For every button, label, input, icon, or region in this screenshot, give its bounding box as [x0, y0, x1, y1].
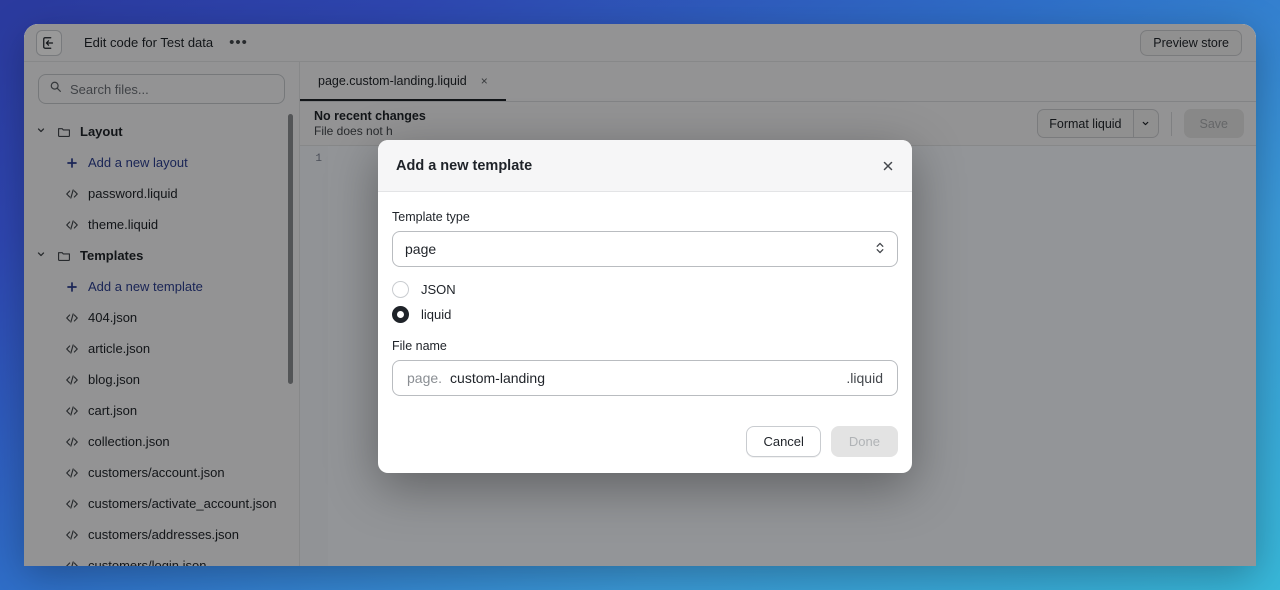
modal-footer: Cancel Done — [378, 404, 912, 473]
file-name-field[interactable]: page. custom-landing .liquid — [392, 360, 898, 396]
folder-icon — [56, 125, 72, 139]
tree-file-cart-json[interactable]: cart.json — [24, 395, 299, 426]
editor-toolbar: Format liquid Save — [1037, 109, 1244, 138]
code-icon — [64, 559, 80, 566]
code-icon — [64, 373, 80, 387]
tree-file-password-liquid[interactable]: password.liquid — [24, 178, 299, 209]
tree-row-label: theme.liquid — [88, 217, 159, 232]
tree-row-label: Templates — [80, 248, 144, 263]
tree-row-label: Add a new layout — [88, 155, 188, 170]
editor-tab-active[interactable]: page.custom-landing.liquid × — [300, 62, 506, 101]
template-type-value: page — [405, 241, 437, 257]
template-type-label: Template type — [392, 210, 470, 224]
tree-row-label: cart.json — [88, 403, 138, 418]
editor-tab-label: page.custom-landing.liquid — [318, 73, 467, 88]
tree-file-404-json[interactable]: 404.json — [24, 302, 299, 333]
file-tree: Layout Add a new layout password.liquid the… — [24, 114, 299, 566]
tree-add-add-a-new-layout[interactable]: Add a new layout — [24, 147, 299, 178]
toolbar-divider — [1170, 111, 1172, 136]
tree-row-label: customers/addresses.json — [88, 527, 240, 542]
sidebar-scrollbar[interactable] — [288, 114, 293, 384]
add-template-modal: Add a new template Template type page JS… — [378, 140, 912, 473]
file-name-suffix: .liquid — [846, 370, 883, 386]
tree-row-label: collection.json — [88, 434, 170, 449]
format-liquid-group: Format liquid — [1037, 109, 1159, 138]
tree-row-label: password.liquid — [88, 186, 178, 201]
line-number-gutter: 1 — [300, 146, 328, 566]
recent-changes-text: No recent changes File does not h — [314, 109, 426, 138]
cancel-button[interactable]: Cancel — [746, 426, 821, 457]
editor-tabstrip: page.custom-landing.liquid × — [300, 62, 1256, 102]
file-name-input[interactable]: custom-landing — [450, 370, 846, 386]
modal-title: Add a new template — [396, 157, 533, 174]
tree-row-label: Add a new template — [88, 279, 203, 294]
recent-changes-subtitle: File does not h — [314, 124, 393, 138]
preview-store-button[interactable]: Preview store — [1140, 30, 1242, 56]
template-type-select[interactable]: page — [392, 231, 898, 267]
tree-row-label: blog.json — [88, 372, 141, 387]
code-icon — [64, 497, 80, 511]
code-icon — [64, 435, 80, 449]
search-wrapper — [24, 74, 299, 114]
file-name-label: File name — [392, 339, 447, 353]
tree-row-label: Layout — [80, 124, 123, 139]
file-name-prefix: page. — [407, 370, 443, 386]
chevron-down-icon[interactable] — [1132, 109, 1159, 138]
folder-icon — [56, 249, 72, 263]
radio-label: liquid — [421, 307, 452, 322]
radio-label: JSON — [421, 282, 456, 297]
code-icon — [64, 466, 80, 480]
tree-row-label: customers/login.json — [88, 558, 207, 566]
tree-add-add-a-new-template[interactable]: Add a new template — [24, 271, 299, 302]
more-options-button[interactable]: ••• — [223, 35, 254, 50]
modal-body: Template type page JSON liquid File name … — [378, 192, 912, 404]
close-icon[interactable] — [878, 156, 898, 176]
tree-row-label: customers/account.json — [88, 465, 225, 480]
tree-file-customers-activate-account-json[interactable]: customers/activate_account.json — [24, 488, 299, 519]
plus-icon — [64, 157, 80, 169]
tree-row-label: article.json — [88, 341, 151, 356]
close-icon[interactable]: × — [481, 74, 488, 88]
tree-file-customers-account-json[interactable]: customers/account.json — [24, 457, 299, 488]
recent-changes-title: No recent changes — [314, 109, 426, 123]
top-bar: Edit code for Test data ••• Preview stor… — [24, 24, 1256, 62]
chevron-down-icon[interactable] — [36, 249, 48, 262]
tree-row-label: customers/activate_account.json — [88, 496, 277, 511]
radio-button-liquid[interactable] — [392, 306, 409, 323]
radio-option-liquid[interactable]: liquid — [392, 306, 898, 323]
radio-option-json[interactable]: JSON — [392, 281, 898, 298]
radio-button-json[interactable] — [392, 281, 409, 298]
done-button[interactable]: Done — [830, 426, 898, 457]
code-icon — [64, 528, 80, 542]
tree-row-label: 404.json — [88, 310, 138, 325]
code-icon — [64, 342, 80, 356]
chevron-down-icon[interactable] — [36, 125, 48, 138]
code-icon — [64, 311, 80, 325]
plus-icon — [64, 281, 80, 293]
exit-icon[interactable] — [36, 29, 62, 56]
format-liquid-button[interactable]: Format liquid — [1037, 109, 1133, 138]
code-icon — [64, 218, 80, 232]
search-input[interactable] — [70, 81, 274, 97]
file-sidebar: Layout Add a new layout password.liquid the… — [24, 62, 300, 566]
code-icon — [64, 187, 80, 201]
code-icon — [64, 404, 80, 418]
tree-file-collection-json[interactable]: collection.json — [24, 426, 299, 457]
tree-file-theme-liquid[interactable]: theme.liquid — [24, 209, 299, 240]
chevron-updown-icon — [875, 240, 885, 256]
tree-folder-templates[interactable]: Templates — [24, 240, 299, 271]
modal-header: Add a new template — [378, 140, 912, 192]
template-format-radio-group: JSON liquid — [392, 281, 898, 323]
tree-file-customers-login-json[interactable]: customers/login.json — [24, 550, 299, 566]
search-icon — [49, 80, 62, 98]
tree-file-blog-json[interactable]: blog.json — [24, 364, 299, 395]
search-files-box[interactable] — [38, 74, 285, 104]
tree-file-article-json[interactable]: article.json — [24, 333, 299, 364]
tree-file-customers-addresses-json[interactable]: customers/addresses.json — [24, 519, 299, 550]
save-button[interactable]: Save — [1183, 109, 1244, 138]
tree-folder-layout[interactable]: Layout — [24, 116, 299, 147]
line-number: 1 — [315, 153, 322, 165]
page-title: Edit code for Test data — [84, 35, 214, 50]
